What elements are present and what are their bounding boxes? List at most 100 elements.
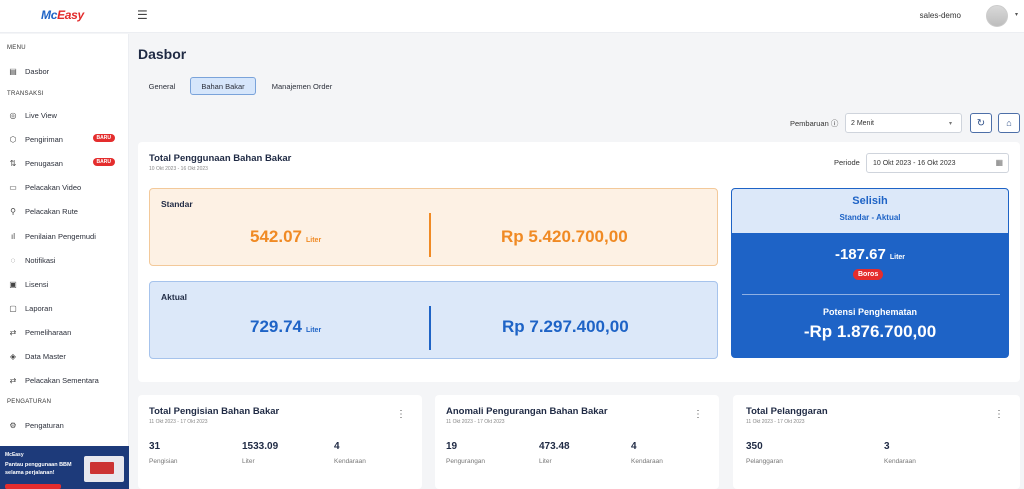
standar-liter-value: 542.07 bbox=[250, 227, 302, 246]
refuel-vehicles: 4 bbox=[334, 441, 340, 452]
selisih-value: -187.67 Liter bbox=[732, 246, 1008, 263]
sidebar-item-label: Penilaian Pengemudi bbox=[25, 231, 96, 241]
selisih-box: Selisih Standar - Aktual -187.67 Liter Bo… bbox=[731, 188, 1009, 358]
license-icon: ▣ bbox=[9, 279, 17, 289]
more-options-icon[interactable]: ⋮ bbox=[396, 409, 406, 420]
standar-liter: 542.07 Liter bbox=[250, 227, 321, 247]
potensi-penghematan-label: Potensi Penghematan bbox=[822, 307, 918, 317]
sidebar-item-label: Lisensi bbox=[25, 279, 49, 289]
selisih-divider bbox=[742, 294, 1000, 295]
logo-mc: Mc bbox=[41, 8, 58, 22]
sidebar-item-dasbor[interactable]: ▤ Dasbor bbox=[7, 62, 125, 80]
more-options-icon[interactable]: ⋮ bbox=[693, 409, 703, 420]
section-label-pengaturan: PENGATURAN bbox=[7, 399, 52, 405]
anomaly-card: Anomali Pengurangan Bahan Bakar 11 Okt 2… bbox=[435, 395, 719, 489]
sidebar-item-data-master[interactable]: ◈ Data Master bbox=[7, 347, 125, 365]
report-icon: ▢ bbox=[9, 303, 17, 313]
sidebar-item-label: Pelacakan Video bbox=[25, 182, 82, 192]
promo-logo: McEasy bbox=[5, 452, 24, 458]
home-button[interactable]: ⌂ bbox=[998, 113, 1020, 133]
promo-banner[interactable]: McEasy Pantau penggunaan BBM selama perj… bbox=[0, 446, 129, 489]
truck-illustration bbox=[84, 456, 124, 482]
sidebar-item-label: Laporan bbox=[25, 303, 53, 313]
aktual-liter-value: 729.74 bbox=[250, 317, 302, 336]
chevron-down-icon: ▾ bbox=[948, 121, 952, 127]
periode-label: Periode bbox=[834, 158, 860, 167]
tab-bahan-bakar[interactable]: Bahan Bakar bbox=[190, 77, 256, 95]
refresh-interval-value: 2 Menit bbox=[851, 120, 874, 127]
refresh-interval-select[interactable]: 2 Menit ▾ bbox=[845, 113, 962, 133]
hamburger-icon[interactable]: ☰ bbox=[137, 8, 148, 22]
violation-vehicles: 3 bbox=[884, 441, 890, 452]
selisih-title: Selisih bbox=[852, 195, 888, 207]
aktual-rupiah: Rp 7.297.400,00 bbox=[502, 317, 629, 336]
refuel-liter: 1533.09 bbox=[242, 441, 279, 452]
refresh-button[interactable]: ↻ bbox=[970, 113, 992, 133]
standar-rupiah: Rp 5.420.700,00 bbox=[501, 227, 628, 246]
gear-icon: ⚙ bbox=[9, 420, 17, 430]
violation-vehicles-label: Kendaraan bbox=[884, 458, 916, 465]
standar-label: Standar bbox=[161, 199, 193, 209]
bar-chart-icon: ıl bbox=[11, 231, 15, 241]
refuel-liter-label: Liter bbox=[242, 458, 255, 465]
refuel-title: Total Pengisian Bahan Bakar bbox=[149, 406, 280, 417]
aktual-box: Aktual 729.74 Liter Rp 7.297.400,00 bbox=[149, 281, 718, 359]
sidebar-item-pelacakan-sementara[interactable]: ⇄ Pelacakan Sementara bbox=[7, 371, 125, 389]
anomaly-liter: 473.48 bbox=[539, 441, 570, 452]
sidebar-item-label: Pelacakan Sementara bbox=[25, 375, 99, 385]
sidebar-item-pelacakan-rute[interactable]: ⚲ Pelacakan Rute bbox=[7, 202, 125, 220]
user-avatar-icon[interactable] bbox=[986, 5, 1008, 27]
temporary-tracking-icon: ⇄ bbox=[9, 375, 17, 385]
sidebar-item-label: Pemeliharaan bbox=[25, 327, 72, 337]
sidebar-item-label: Dasbor bbox=[25, 66, 50, 76]
sidebar-item-penilaian-pengemudi[interactable]: ıl Penilaian Pengemudi bbox=[7, 227, 125, 245]
periode-value: 10 Okt 2023 - 16 Okt 2023 bbox=[873, 160, 956, 167]
top-bar: McEasy ☰ sales-demo ▾ bbox=[0, 0, 1024, 33]
aktual-divider bbox=[429, 306, 431, 350]
anomaly-count-label: Pengurangan bbox=[446, 458, 486, 465]
sidebar-item-label: Pengaturan bbox=[25, 420, 64, 430]
new-badge: BARU bbox=[92, 158, 115, 166]
violation-date-range: 11 Okt 2023 - 17 Okt 2023 bbox=[746, 419, 805, 425]
username: sales-demo bbox=[919, 11, 961, 20]
more-options-icon[interactable]: ⋮ bbox=[994, 409, 1004, 420]
sidebar-item-lisensi[interactable]: ▣ Lisensi bbox=[7, 275, 125, 293]
sidebar-item-pengaturan[interactable]: ⚙ Pengaturan bbox=[7, 416, 125, 434]
selisih-subtitle: Standar - Aktual bbox=[839, 213, 901, 222]
sidebar-item-pemeliharaan[interactable]: ⇄ Pemeliharaan bbox=[7, 323, 125, 341]
database-icon: ◈ bbox=[9, 351, 17, 361]
refresh-icon: ↻ bbox=[976, 117, 986, 129]
sidebar-item-laporan[interactable]: ▢ Laporan bbox=[7, 299, 125, 317]
anomaly-liter-label: Liter bbox=[539, 458, 552, 465]
boros-badge: Boros bbox=[853, 269, 884, 280]
liter-unit: Liter bbox=[306, 237, 322, 244]
aktual-liter: 729.74 Liter bbox=[250, 317, 321, 337]
sidebar-item-label: Data Master bbox=[25, 351, 66, 361]
sidebar-item-pengiriman[interactable]: ⬡ Pengiriman BARU bbox=[7, 130, 125, 148]
sidebar-item-penugasan[interactable]: ⇅ Penugasan BARU bbox=[7, 154, 125, 172]
tab-general[interactable]: General bbox=[140, 77, 184, 95]
anomaly-count: 19 bbox=[446, 441, 458, 452]
promo-cta-bar[interactable] bbox=[5, 484, 61, 489]
sidebar-item-live-view[interactable]: ◎ Live View bbox=[7, 106, 125, 124]
liter-unit: Liter bbox=[889, 254, 906, 261]
standar-divider bbox=[429, 213, 431, 257]
sidebar-item-notifikasi[interactable]: ◌ Notifikasi bbox=[7, 251, 125, 269]
aktual-label: Aktual bbox=[161, 292, 187, 302]
tab-manajemen-order[interactable]: Manajemen Order bbox=[264, 77, 340, 95]
selisih-value-number: -187.67 bbox=[834, 246, 886, 263]
mceasy-logo[interactable]: McEasy bbox=[41, 8, 84, 22]
fuel-usage-title: Total Penggunaan Bahan Bakar bbox=[149, 153, 292, 164]
sidebar-item-pelacakan-video[interactable]: ▭ Pelacakan Video bbox=[7, 178, 125, 196]
periode-date-picker[interactable]: 10 Okt 2023 - 16 Okt 2023 ▦ bbox=[866, 153, 1009, 173]
chevron-down-icon[interactable]: ▾ bbox=[1015, 11, 1018, 18]
maintenance-icon: ⇄ bbox=[9, 327, 17, 337]
sidebar-item-label: Live View bbox=[25, 110, 57, 120]
live-view-icon: ◎ bbox=[9, 110, 17, 120]
standar-box: Standar 542.07 Liter Rp 5.420.700,00 bbox=[149, 188, 718, 266]
section-label-transaksi: TRANSAKSI bbox=[7, 91, 44, 97]
calendar-icon: ▦ bbox=[995, 158, 1003, 167]
violation-title: Total Pelanggaran bbox=[746, 406, 828, 417]
promo-text: Pantau penggunaan BBM selama perjalanan! bbox=[5, 462, 72, 476]
refuel-count-label: Pengisian bbox=[149, 458, 178, 465]
